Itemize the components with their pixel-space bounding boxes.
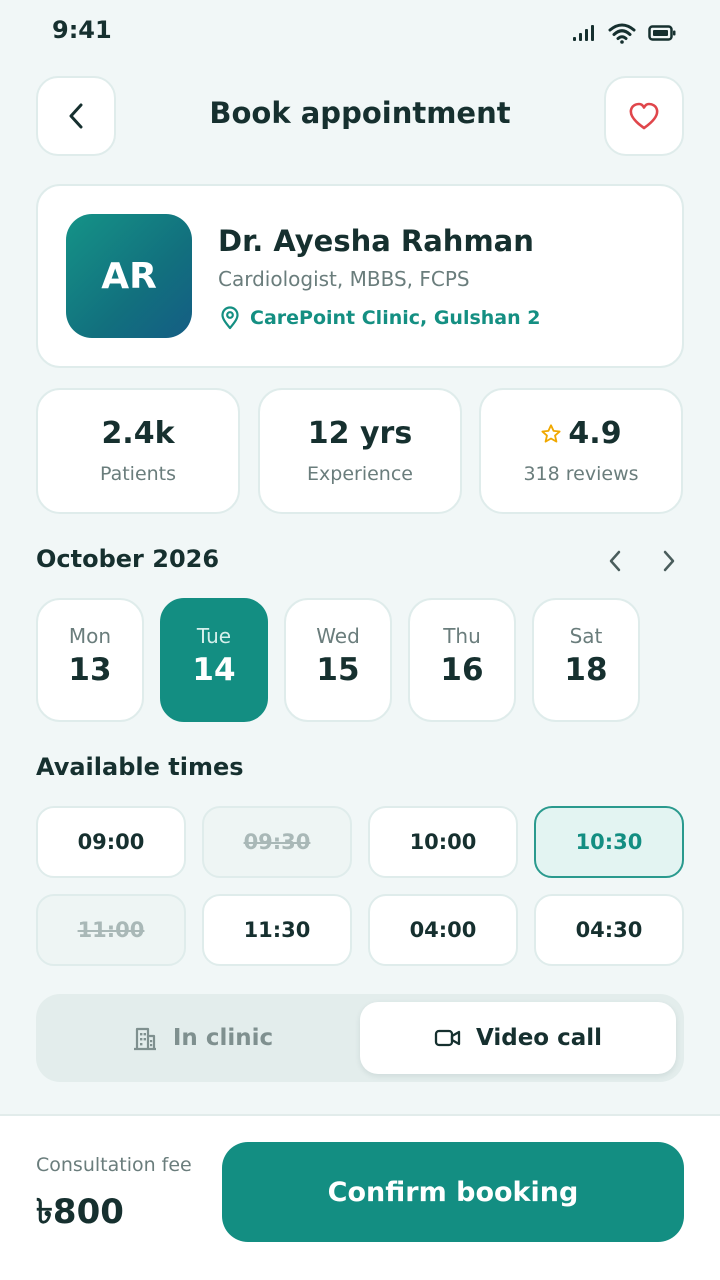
time-slot[interactable]: 04:00 [368,894,518,966]
stat-value: 4.9 [481,416,681,451]
battery-icon [648,25,676,41]
stat-value: 12 yrs [260,416,460,451]
stat-rating[interactable]: 4.9 318 reviews [479,388,683,514]
time-slot[interactable]: 10:00 [368,806,518,878]
stat-value-text: 2.4k [101,416,175,451]
day-name: Tue [196,624,232,648]
chevron-left-icon [609,550,621,572]
booking-footer: Consultation fee ৳800 Confirm booking [0,1114,720,1280]
day-tue-14[interactable]: Tue 14 [160,598,268,722]
stat-label: Experience [307,463,413,485]
favorite-button[interactable] [604,76,684,156]
times-label: Available times [36,753,244,781]
chevron-left-icon [69,103,83,129]
day-thu-16[interactable]: Thu 16 [408,598,516,722]
mode-label: Video call [475,1025,603,1051]
time-slot[interactable]: 09:00 [36,806,186,878]
status-icons [572,22,676,44]
day-number: 16 [440,652,484,688]
chevron-right-icon [663,550,675,572]
stat-value-text: 4.9 [568,416,622,451]
stat-label: 318 reviews [523,463,639,485]
day-number: 18 [564,652,608,688]
mode-video-call[interactable]: Video call [360,1002,676,1074]
stat-patients: 2.4k Patients [36,388,240,514]
day-number: 14 [192,652,236,688]
time-slot: 11:00 [36,894,186,966]
consult-mode-toggle: In clinic Video call [36,994,684,1082]
status-bar: 9:41 [0,0,720,64]
time-slot: 09:30 [202,806,352,878]
day-sat-18[interactable]: Sat 18 [532,598,640,722]
signal-icon [573,25,594,41]
confirm-booking-button[interactable]: Confirm booking [222,1142,684,1242]
fee-label: Consultation fee [36,1154,192,1176]
back-button[interactable] [36,76,116,156]
next-month-button[interactable] [654,546,684,576]
map-pin-icon [221,306,239,330]
mode-in-clinic[interactable]: In clinic [44,1002,360,1074]
stat-value: 2.4k [38,416,238,451]
page-title: Book appointment [209,96,511,130]
month-label: October 2026 [36,545,220,573]
doctor-name: Dr. Ayesha Rahman [218,224,534,258]
day-mon-13[interactable]: Mon 13 [36,598,144,722]
time-slot[interactable]: 10:30 [534,806,684,878]
stat-value-text: 12 yrs [307,416,413,451]
doctor-specialty: Cardiologist, MBBS, FCPS [218,267,470,291]
doctor-location[interactable]: CarePoint Clinic, Gulshan 2 [220,306,541,330]
video-camera-icon [434,1029,461,1047]
time-slot[interactable]: 11:30 [202,894,352,966]
day-name: Wed [316,624,360,648]
star-icon [541,423,561,443]
day-name: Thu [443,624,481,648]
fee-amount: ৳800 [36,1192,124,1232]
time-slot[interactable]: 04:30 [534,894,684,966]
doctor-card: AR Dr. Ayesha Rahman Cardiologist, MBBS,… [36,184,684,368]
day-number: 15 [316,652,360,688]
stat-label: Patients [99,463,177,485]
stat-experience: 12 yrs Experience [258,388,462,514]
doctor-location-text: CarePoint Clinic, Gulshan 2 [250,307,541,329]
mode-label: In clinic [172,1025,274,1051]
building-icon [133,1027,156,1051]
day-number: 13 [68,652,112,688]
day-name: Mon [68,624,112,648]
day-name: Sat [569,624,603,648]
avatar: AR [66,214,192,338]
prev-month-button[interactable] [600,546,630,576]
status-time: 9:41 [52,16,112,44]
heart-icon [629,102,659,130]
day-wed-15[interactable]: Wed 15 [284,598,392,722]
wifi-icon [608,23,636,44]
